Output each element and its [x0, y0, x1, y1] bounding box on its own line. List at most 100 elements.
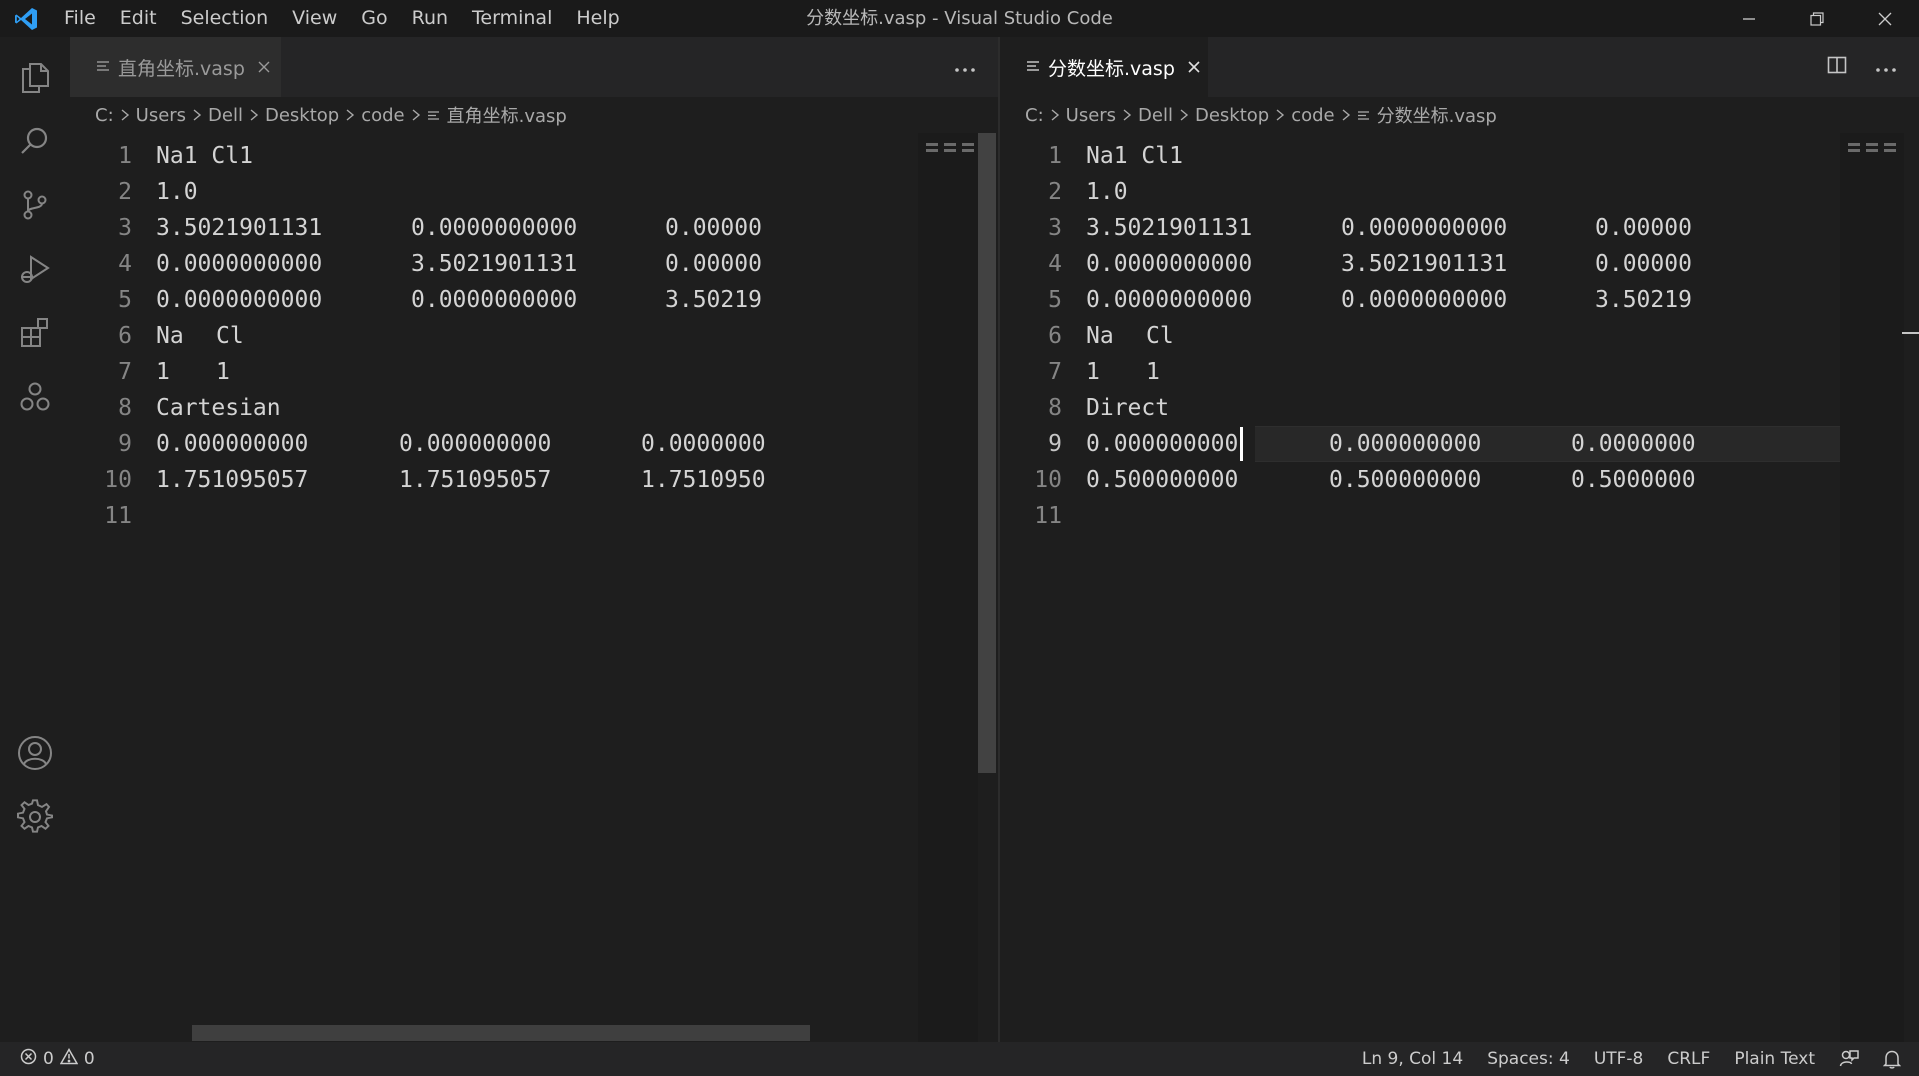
file-lines-icon: [427, 109, 440, 122]
line-number: 4: [118, 251, 132, 277]
code-line[interactable]: 8 Cartesian: [70, 390, 918, 426]
run-debug-icon[interactable]: [0, 234, 70, 304]
split-editor-icon[interactable]: [1827, 55, 1847, 79]
close-icon[interactable]: [257, 58, 271, 76]
menu-item-go[interactable]: Go: [349, 0, 399, 37]
tab-label: 直角坐标.vasp: [118, 57, 245, 80]
code-token: 0.0000000000: [411, 215, 578, 241]
menu-item-help[interactable]: Help: [564, 0, 631, 37]
close-icon[interactable]: [1187, 58, 1201, 76]
code-token: 1.0: [1086, 179, 1128, 205]
settings-gear-icon[interactable]: [0, 782, 70, 852]
search-icon[interactable]: [0, 106, 70, 176]
menu-item-selection[interactable]: Selection: [169, 0, 281, 37]
tab-fractional-vasp[interactable]: 分数坐标.vasp: [1000, 37, 1208, 97]
code-line[interactable]: 6 Na Cl: [70, 318, 918, 354]
breadcrumb-segment[interactable]: Dell: [208, 105, 243, 126]
notifications-bell-icon[interactable]: [1883, 1049, 1901, 1069]
remote-explorer-icon[interactable]: [0, 362, 70, 432]
cursor-overview-marker: [1902, 332, 1919, 334]
tab-actions: [954, 37, 976, 97]
minimize-icon[interactable]: [1715, 0, 1783, 37]
code-line[interactable]: 10 1.751095057 1.751095057 1.7510950: [70, 462, 918, 498]
horizontal-scrollbar[interactable]: [192, 1025, 810, 1041]
breadcrumb-segment[interactable]: Desktop: [265, 105, 339, 126]
code-line[interactable]: 10 0.500000000 0.500000000 0.5000000: [1000, 462, 1840, 498]
minimap[interactable]: [1840, 133, 1904, 1042]
code-line[interactable]: 5 0.0000000000 0.0000000000 3.50219: [70, 282, 918, 318]
breadcrumb-file[interactable]: 分数坐标.vasp: [1357, 102, 1497, 128]
breadcrumb-file[interactable]: 直角坐标.vasp: [427, 102, 567, 128]
code-token: 0.0000000000: [156, 251, 323, 277]
end-of-line[interactable]: CRLF: [1667, 1049, 1710, 1069]
code-token: 3.5021901131: [1086, 215, 1253, 241]
breadcrumb-segment[interactable]: Dell: [1138, 105, 1173, 126]
encoding[interactable]: UTF-8: [1594, 1049, 1644, 1069]
title-bar: File Edit Selection View Go Run Terminal Help 分…: [0, 0, 1919, 37]
code-line[interactable]: 4 0.0000000000 3.5021901131 0.00000: [70, 246, 918, 282]
code-line[interactable]: 711: [1000, 354, 1840, 390]
menu-item-run[interactable]: Run: [400, 0, 460, 37]
chevron-right-icon: [1122, 108, 1132, 122]
vertical-scrollbar[interactable]: [978, 133, 996, 1042]
cursor-position[interactable]: Ln 9, Col 14: [1362, 1049, 1463, 1069]
error-count: 0: [43, 1049, 54, 1069]
line-number: 11: [104, 503, 132, 529]
menu-item-edit[interactable]: Edit: [108, 0, 169, 37]
more-actions-icon[interactable]: [954, 58, 976, 77]
close-window-icon[interactable]: [1851, 0, 1919, 37]
menu-item-file[interactable]: File: [52, 0, 108, 37]
breadcrumb-segment[interactable]: Users: [136, 105, 186, 126]
line-number: 1: [1048, 143, 1062, 169]
editor-group-left: 直角坐标.vasp C: Users Dell Desktop code 直角坐标.vas…: [70, 37, 998, 1042]
breadcrumb-segment[interactable]: Users: [1066, 105, 1116, 126]
breadcrumb-segment[interactable]: code: [361, 105, 404, 126]
code-line[interactable]: 1 Na1 Cl1: [70, 138, 918, 174]
code-line[interactable]: 3 3.5021901131 0.0000000000 0.00000: [1000, 210, 1840, 246]
breadcrumb-segment[interactable]: code: [1291, 105, 1334, 126]
file-lines-icon: [96, 56, 110, 78]
line-number: 7: [1048, 359, 1062, 385]
code-token: 0.000000000: [399, 431, 552, 457]
files-icon[interactable]: [0, 42, 70, 112]
code-line[interactable]: 711: [70, 354, 918, 390]
problems-indicator[interactable]: 0 0: [20, 1042, 95, 1076]
code-token: Na1 Cl1: [156, 143, 253, 169]
code-line[interactable]: 2 1.0: [70, 174, 918, 210]
code-line[interactable]: 5 0.0000000000 0.0000000000 3.50219: [1000, 282, 1840, 318]
menu-item-terminal[interactable]: Terminal: [460, 0, 564, 37]
code-line[interactable]: 2 1.0: [1000, 174, 1840, 210]
tab-cartesian-vasp[interactable]: 直角坐标.vasp: [70, 37, 281, 97]
chevron-right-icon: [249, 108, 259, 122]
more-actions-icon[interactable]: [1875, 58, 1897, 77]
extensions-icon[interactable]: [0, 298, 70, 368]
language-mode[interactable]: Plain Text: [1734, 1049, 1815, 1069]
code-token: 0.5000000: [1571, 467, 1696, 493]
minimap[interactable]: [918, 133, 982, 1042]
breadcrumb-segment[interactable]: C:: [1025, 105, 1044, 126]
code-line[interactable]: 9 0.000000000 0.000000000 0.0000000: [70, 426, 918, 462]
code-line[interactable]: 11: [1000, 498, 1840, 534]
vscode-logo-icon[interactable]: [0, 0, 52, 37]
status-bar-right: Ln 9, Col 14 Spaces: 4 UTF-8 CRLF Plain …: [1362, 1042, 1901, 1076]
chevron-right-icon: [345, 108, 355, 122]
scrollbar-thumb[interactable]: [978, 133, 996, 773]
menu-item-view[interactable]: View: [280, 0, 349, 37]
code-line[interactable]: 8 Direct: [1000, 390, 1840, 426]
source-control-icon[interactable]: [0, 170, 70, 240]
code-line[interactable]: 1 Na1 Cl1: [1000, 138, 1840, 174]
breadcrumb-segment[interactable]: Desktop: [1195, 105, 1269, 126]
indentation[interactable]: Spaces: 4: [1487, 1049, 1570, 1069]
restore-icon[interactable]: [1783, 0, 1851, 37]
feedback-icon[interactable]: [1839, 1049, 1859, 1069]
account-icon[interactable]: [0, 718, 70, 788]
code-line[interactable]: 3 3.5021901131 0.0000000000 0.00000: [70, 210, 918, 246]
code-line[interactable]: 6 Na Cl: [1000, 318, 1840, 354]
line-number: 11: [1034, 503, 1062, 529]
code-token: 3.5021901131: [411, 251, 578, 277]
code-line[interactable]: 4 0.0000000000 3.5021901131 0.00000: [1000, 246, 1840, 282]
code-line[interactable]: 9 0.000000000 0.000000000 0.0000000: [1000, 426, 1840, 462]
breadcrumb-segment[interactable]: C:: [95, 105, 114, 126]
code-token: 1: [156, 359, 170, 385]
code-line[interactable]: 11: [70, 498, 918, 534]
